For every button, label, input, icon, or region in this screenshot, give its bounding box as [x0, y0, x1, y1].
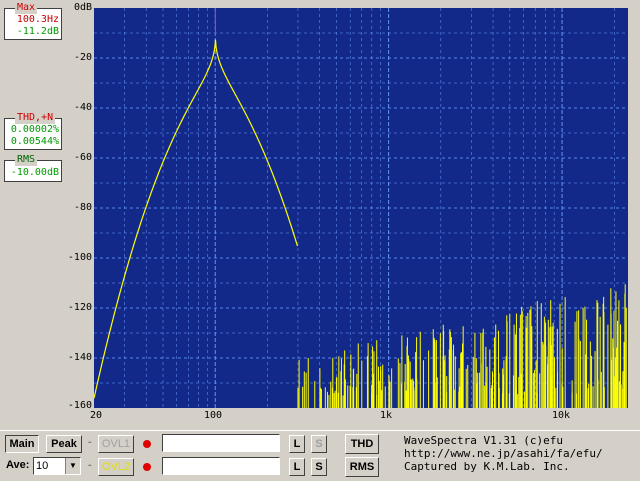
main-button[interactable]: Main — [5, 435, 39, 453]
x-tick-label: 100 — [204, 410, 223, 421]
ovl2-l-button[interactable]: L — [289, 458, 305, 476]
readout-panel: Max 100.3Hz -11.2dB THD,+N 0.00002% 0.00… — [0, 0, 64, 430]
ovl1-s-button[interactable]: S — [311, 435, 327, 453]
y-tick-label: -60 — [73, 152, 92, 163]
info-text: WaveSpectra V1.31 (c)efu http://www.ne.j… — [404, 434, 603, 473]
y-tick-label: -140 — [67, 352, 92, 363]
info-line-2: http://www.ne.jp/asahi/fa/efu/ — [404, 447, 603, 460]
ovl1-field[interactable] — [162, 434, 280, 452]
ave-value: 10 — [36, 460, 49, 472]
max-level: -11.2dB — [16, 26, 59, 37]
y-tick-label: -40 — [73, 102, 92, 113]
chevron-down-icon[interactable]: ▼ — [65, 458, 80, 474]
y-tick-label: -160 — [67, 400, 92, 411]
y-tick-label: 0dB — [73, 2, 92, 13]
ovl2-dash: - — [88, 459, 92, 471]
record-dot-icon[interactable] — [143, 440, 151, 448]
x-tick-label: 10k — [552, 410, 571, 421]
y-tick-label: -20 — [73, 52, 92, 63]
ovl1-button[interactable]: OVL1 — [98, 435, 134, 453]
ave-label: Ave: — [6, 459, 30, 471]
peak-button[interactable]: Peak — [46, 435, 82, 453]
record-dot-icon[interactable] — [143, 463, 151, 471]
ovl2-button[interactable]: OVL2 — [98, 458, 134, 476]
rms-button[interactable]: RMS — [345, 457, 379, 477]
ovl2-field[interactable] — [162, 457, 280, 475]
x-tick-label: 20 — [90, 410, 103, 421]
rms-readout-title: RMS — [15, 154, 38, 166]
y-tick-label: -120 — [67, 302, 92, 313]
thd-value-2: 0.00544% — [10, 136, 59, 147]
y-tick-label: -100 — [67, 252, 92, 263]
x-tick-label: 1k — [380, 410, 393, 421]
ovl1-l-button[interactable]: L — [289, 435, 305, 453]
max-readout-title: Max — [15, 2, 38, 14]
ovl2-s-button[interactable]: S — [311, 458, 327, 476]
thd-value-1: 0.00002% — [10, 124, 59, 135]
thd-readout: THD,+N 0.00002% 0.00544% — [4, 112, 62, 150]
ave-select[interactable]: 10 ▼ — [33, 457, 81, 475]
info-line-1: WaveSpectra V1.31 (c)efu — [404, 434, 563, 447]
ovl1-dash: - — [88, 436, 92, 448]
max-readout: Max 100.3Hz -11.2dB — [4, 2, 62, 40]
thd-readout-title: THD,+N — [15, 112, 56, 124]
rms-readout: RMS -10.00dB — [4, 154, 62, 182]
info-line-3: Captured by K.M.Lab. Inc. — [404, 460, 570, 473]
rms-value: -10.00dB — [10, 167, 59, 178]
max-freq: 100.3Hz — [16, 14, 59, 25]
y-tick-label: -80 — [73, 202, 92, 213]
spectrum-plot[interactable] — [94, 8, 628, 408]
thd-button[interactable]: THD — [345, 434, 379, 454]
